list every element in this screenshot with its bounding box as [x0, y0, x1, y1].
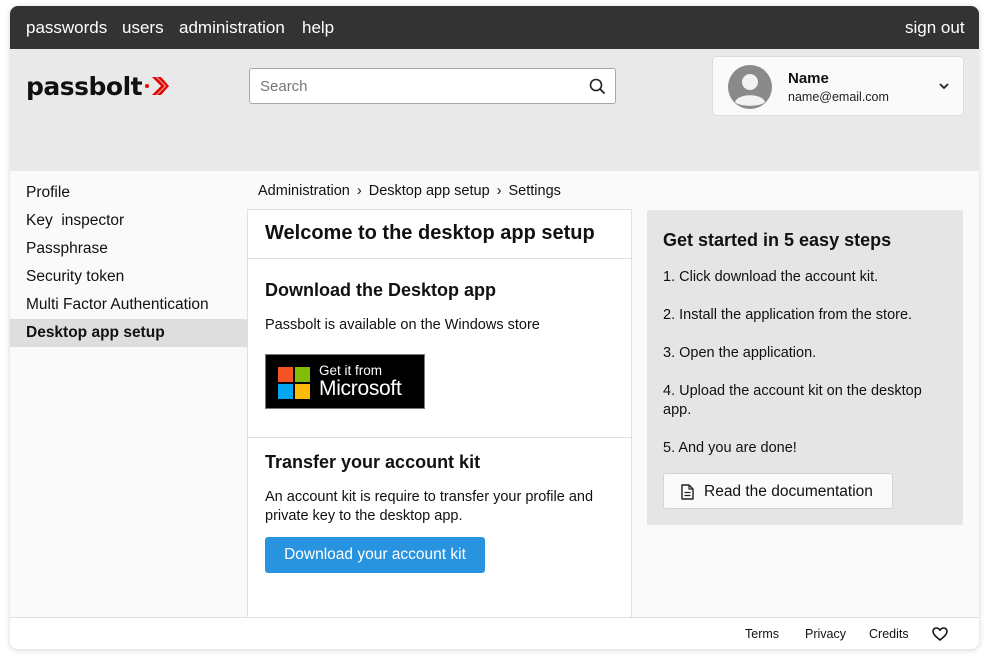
user-profile-dropdown[interactable]: Name name@email.com — [712, 56, 964, 116]
step-item: 1. Click download the account kit. — [663, 269, 879, 285]
sidebar-item-passphrase[interactable]: Passphrase — [10, 235, 247, 263]
nav-help[interactable]: help — [302, 18, 334, 38]
header: passbolt Name name@email.com — [10, 49, 979, 171]
transfer-description: An account kit is require to transfer yo… — [265, 489, 594, 524]
transfer-heading: Transfer your account kit — [265, 452, 481, 472]
user-name: Name — [788, 70, 829, 87]
top-navigation: passwords users administration help sign… — [10, 6, 979, 49]
search-box — [249, 68, 616, 104]
footer-terms-link[interactable]: Terms — [745, 627, 779, 641]
logo-mark-icon — [145, 77, 170, 95]
microsoft-store-badge[interactable]: Get it from Microsoft — [265, 354, 425, 409]
user-email: name@email.com — [788, 90, 889, 104]
breadcrumb-administration[interactable]: Administration — [258, 183, 350, 199]
step-item: 2. Install the application from the stor… — [663, 307, 913, 323]
sidebar-item-mfa[interactable]: Multi Factor Authentication — [10, 291, 247, 319]
sidebar-item-profile[interactable]: Profile — [10, 179, 247, 207]
passbolt-logo[interactable]: passbolt — [26, 69, 170, 103]
breadcrumb: Administration › Desktop app setup › Setting… — [258, 183, 561, 199]
footer-credits-link[interactable]: Credits — [869, 627, 909, 641]
desktop-setup-card: Welcome to the desktop app setup Downloa… — [247, 209, 632, 619]
nav-passwords[interactable]: passwords — [26, 18, 107, 38]
sidebar: Profile Key inspector Passphrase Securit… — [10, 179, 247, 347]
steps-panel: Get started in 5 easy steps 1. Click dow… — [647, 210, 963, 525]
search-input[interactable] — [260, 69, 580, 103]
sidebar-item-desktop-app-setup[interactable]: Desktop app setup — [10, 319, 247, 347]
sign-out-link[interactable]: sign out — [905, 18, 965, 38]
footer-privacy-link[interactable]: Privacy — [805, 627, 846, 641]
step-item: 5. And you are done! — [663, 440, 797, 456]
divider — [248, 258, 631, 259]
divider — [248, 437, 631, 438]
breadcrumb-settings[interactable]: Settings — [508, 183, 560, 199]
avatar — [728, 65, 772, 109]
chevron-down-icon[interactable] — [938, 81, 950, 91]
logo-text: passbolt — [26, 71, 143, 101]
download-heading: Download the Desktop app — [265, 280, 497, 300]
breadcrumb-separator: › — [496, 183, 502, 199]
document-icon — [681, 484, 694, 500]
app-window: passwords users administration help sign… — [10, 6, 979, 649]
doc-button-label: Read the documentation — [704, 483, 873, 500]
microsoft-logo-icon — [278, 367, 310, 399]
steps-title: Get started in 5 easy steps — [663, 230, 892, 250]
search-icon[interactable] — [589, 78, 605, 94]
sidebar-item-key-inspector[interactable]: Key inspector — [10, 207, 247, 235]
breadcrumb-desktop-app-setup[interactable]: Desktop app setup — [369, 183, 490, 199]
download-account-kit-button[interactable]: Download your account kit — [265, 537, 485, 573]
footer: Terms Privacy Credits — [10, 617, 979, 649]
step-item: 3. Open the application. — [663, 345, 817, 361]
heart-icon[interactable] — [932, 627, 948, 641]
page-title: Welcome to the desktop app setup — [265, 222, 595, 244]
sidebar-item-security-token[interactable]: Security token — [10, 263, 247, 291]
breadcrumb-separator: › — [356, 183, 362, 199]
badge-line2: Microsoft — [319, 377, 402, 400]
nav-administration[interactable]: administration — [179, 18, 285, 38]
download-description: Passbolt is available on the Windows sto… — [265, 317, 540, 333]
badge-line1: Get it from — [319, 363, 383, 378]
nav-users[interactable]: users — [122, 18, 164, 38]
step-item: 4. Upload the account kit on the desktop… — [663, 383, 922, 418]
read-documentation-button[interactable]: Read the documentation — [663, 473, 893, 509]
